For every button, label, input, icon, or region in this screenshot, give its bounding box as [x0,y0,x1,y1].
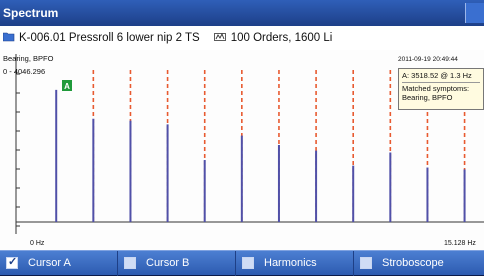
cursor-a-marker-label: A [64,82,70,91]
bottom-toolbar: ✓ Cursor A Cursor B Harmonics Stroboscop… [0,250,484,276]
harmonics-toggle[interactable]: Harmonics [236,250,354,276]
checkbox-unchecked-icon[interactable] [242,257,254,269]
spectrum-window: Spectrum K-006.01 Pressroll 6 lower nip … [0,0,484,276]
cursor-a-label: Cursor A [28,257,71,269]
cursor-a-toggle[interactable]: ✓ Cursor A [0,250,118,276]
folder-icon [2,32,15,45]
stroboscope-toggle[interactable]: Stroboscope [354,251,484,276]
cursor-b-toggle[interactable]: Cursor B [118,250,236,276]
measurement-info-bar: K-006.01 Pressroll 6 lower nip 2 TS 100 … [0,26,484,50]
stroboscope-label: Stroboscope [382,257,444,269]
spectrum-settings-icon [213,32,227,45]
harmonics-label: Harmonics [264,257,317,269]
matched-symptoms-label: Matched symptoms: [402,84,470,93]
matched-symptoms-value: Bearing, BPFO [402,93,453,102]
title-bar: Spectrum [0,0,484,26]
amplitude-range: 0 - 4046.296 [3,67,45,76]
cursor-value: A: 3518.52 @ 1.3 Hz [402,71,472,80]
checkbox-checked-icon[interactable]: ✓ [6,256,18,269]
x-axis-end-label: 15.128 Hz [444,240,476,247]
fault-label: Bearing, BPFO [3,54,54,63]
cursor-b-label: Cursor B [146,257,190,269]
window-title: Spectrum [3,6,59,20]
checkbox-unchecked-icon[interactable] [124,257,136,269]
orders-setting[interactable]: 100 Orders, 1600 Li [231,32,333,44]
window-control-button[interactable] [465,3,484,23]
measurement-name[interactable]: K-006.01 Pressroll 6 lower nip 2 TS [19,32,200,44]
cursor-tooltip: A: 3518.52 @ 1.3 Hz Matched symptoms: Be… [398,68,484,110]
timestamp: 2011-09-19 20:49:44 [398,56,458,63]
y-axis-ticks [16,73,20,227]
x-axis-start-label: 0 Hz [30,240,45,247]
checkbox-unchecked-icon[interactable] [360,257,372,269]
spectrum-plot[interactable]: A Bearing, BPFO 0 - 4046.296 2011-09-19 … [0,50,484,250]
